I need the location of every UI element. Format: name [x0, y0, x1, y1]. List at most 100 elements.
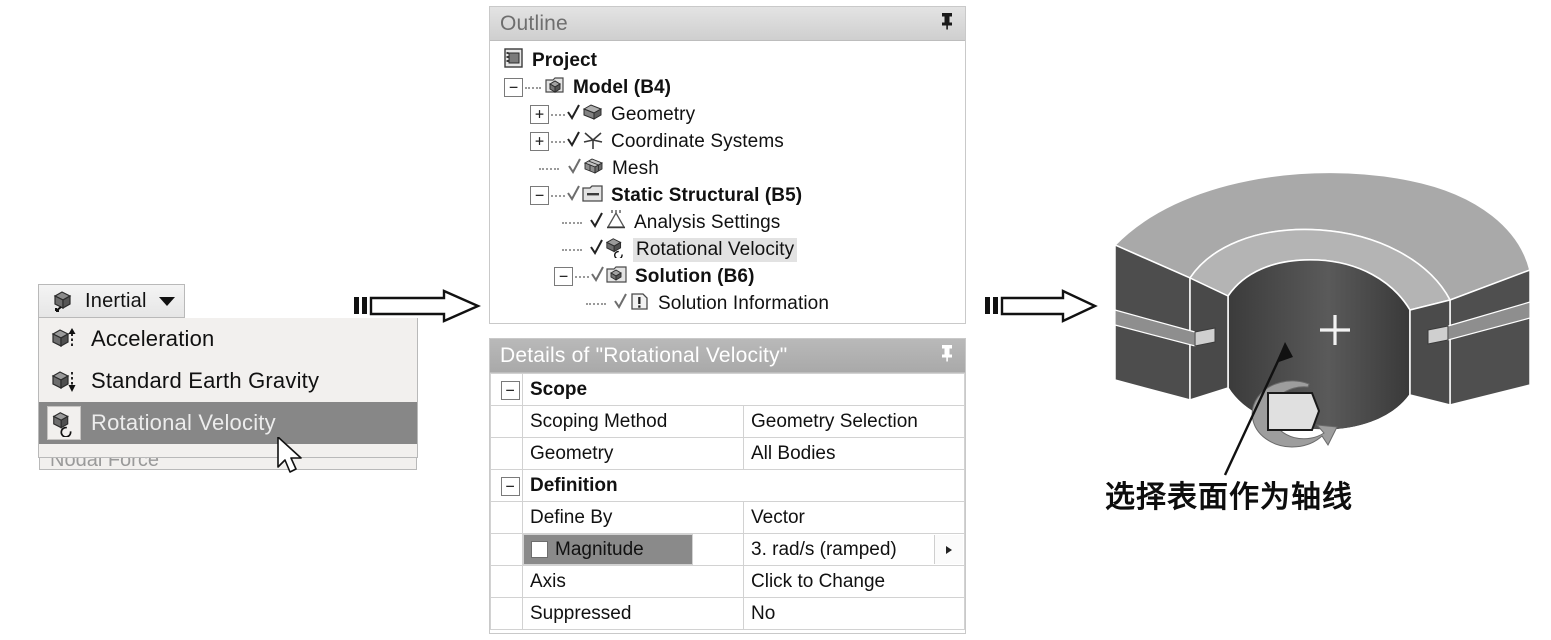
- tree-item-rotational-velocity[interactable]: Rotational Velocity: [500, 236, 965, 263]
- check-mark-icon: [567, 103, 581, 126]
- value-expand-arrow-icon[interactable]: [934, 535, 963, 564]
- check-mark-icon: [614, 292, 628, 315]
- expander-plus-icon[interactable]: +: [530, 132, 549, 151]
- check-mark-icon: [591, 265, 605, 288]
- details-key: Magnitude: [555, 538, 644, 560]
- expander-minus-icon[interactable]: −: [500, 380, 520, 400]
- row-gutter: [490, 501, 523, 534]
- tree-item-coordinate-systems[interactable]: + Coordinate Systems: [500, 128, 965, 155]
- mouse-cursor-icon: [277, 437, 302, 473]
- check-mark-icon: [567, 130, 581, 153]
- menu-item-label: Rotational Velocity: [91, 410, 276, 435]
- details-key: Scoping Method: [522, 405, 744, 438]
- details-key: Suppressed: [522, 597, 744, 630]
- solution-information-icon: [628, 290, 652, 317]
- menu-item-rotational-velocity[interactable]: Rotational Velocity: [39, 402, 417, 444]
- details-panel-title: Details of "Rotational Velocity": [500, 343, 788, 367]
- tree-item-static-structural[interactable]: − Static Structural (B5): [500, 182, 965, 209]
- tree-item-solution-information[interactable]: Solution Information: [500, 290, 965, 317]
- check-mark-icon: [567, 184, 581, 207]
- table-row-scoping-method[interactable]: Scoping Method Geometry Selection: [490, 405, 965, 438]
- expander-minus-icon[interactable]: −: [504, 78, 523, 97]
- outline-panel-title: Outline: [500, 11, 568, 35]
- model-viewport-figure[interactable]: [1080, 150, 1550, 490]
- menu-item-label: Standard Earth Gravity: [91, 368, 320, 393]
- row-gutter: [490, 565, 523, 598]
- project-icon: [502, 46, 526, 75]
- menu-item-partial[interactable]: Nodal Force: [39, 458, 417, 470]
- expander-minus-icon[interactable]: −: [500, 476, 520, 496]
- details-category-label: Definition: [522, 469, 965, 502]
- tree-item-label: Rotational Velocity: [633, 237, 798, 262]
- model-cube-icon: [543, 73, 567, 102]
- rotational-velocity-cube-icon: [604, 236, 628, 263]
- table-row-suppressed[interactable]: Suppressed No: [490, 597, 965, 630]
- details-value[interactable]: Click to Change: [743, 565, 965, 598]
- tree-item-label: Static Structural (B5): [611, 184, 803, 206]
- details-value[interactable]: All Bodies: [743, 437, 965, 470]
- tree-item-project[interactable]: Project: [500, 47, 965, 74]
- mesh-icon: [582, 155, 606, 182]
- acceleration-cube-icon: [47, 322, 81, 356]
- tree-item-label: Model (B4): [573, 76, 672, 98]
- inertial-dropdown-button[interactable]: Inertial: [38, 284, 185, 318]
- check-mark-icon: [590, 238, 604, 261]
- menu-item-standard-earth-gravity[interactable]: Standard Earth Gravity: [39, 360, 417, 402]
- menu-item-partial-label: Nodal Force: [50, 458, 159, 470]
- menu-item-acceleration[interactable]: Acceleration: [39, 318, 417, 360]
- details-key: Geometry: [522, 437, 744, 470]
- details-key: Axis: [522, 565, 744, 598]
- chevron-down-icon[interactable]: [159, 296, 175, 306]
- analysis-settings-icon: [604, 209, 628, 236]
- inertial-cube-icon: [46, 284, 80, 318]
- solution-icon: [605, 263, 629, 290]
- row-gutter: [490, 437, 523, 470]
- geometry-icon: [581, 101, 605, 128]
- table-row-define-by[interactable]: Define By Vector: [490, 501, 965, 534]
- row-gutter: [490, 597, 523, 630]
- pin-icon[interactable]: [939, 344, 955, 367]
- table-row-scope[interactable]: − Scope: [490, 373, 965, 406]
- annotation-label: 选择表面作为轴线: [1105, 480, 1353, 515]
- row-expander-cell[interactable]: −: [490, 469, 523, 502]
- tree-item-label: Project: [532, 49, 598, 71]
- details-value[interactable]: Vector: [743, 501, 965, 534]
- table-row-magnitude[interactable]: Magnitude 3. rad/s (ramped): [490, 533, 965, 566]
- tree-item-label: Mesh: [612, 157, 659, 179]
- table-row-definition[interactable]: − Definition: [490, 469, 965, 502]
- tree-item-label: Coordinate Systems: [611, 130, 784, 152]
- tree-item-solution[interactable]: − Solution (B6): [500, 263, 965, 290]
- menu-item-label: Acceleration: [91, 326, 215, 351]
- expander-plus-icon[interactable]: +: [530, 105, 549, 124]
- row-gutter: [490, 405, 523, 438]
- details-value[interactable]: No: [743, 597, 965, 630]
- expander-minus-icon[interactable]: −: [530, 186, 549, 205]
- details-value: 3. rad/s (ramped): [751, 538, 897, 560]
- details-panel: Details of "Rotational Velocity" − Scope…: [489, 338, 966, 634]
- tree-item-model[interactable]: − Model (B4): [500, 74, 965, 101]
- table-row-axis[interactable]: Axis Click to Change: [490, 565, 965, 598]
- block-arrow-right-icon-1: [354, 289, 481, 323]
- outline-panel-titlebar: Outline: [490, 7, 965, 41]
- outline-tree[interactable]: Project − Model (B4) + Geometry + Coordi…: [490, 41, 965, 317]
- pin-icon[interactable]: [939, 12, 955, 35]
- tree-item-label: Analysis Settings: [634, 211, 781, 233]
- tree-item-mesh[interactable]: Mesh: [500, 155, 965, 182]
- gravity-cube-icon: [47, 364, 81, 398]
- row-gutter: [490, 533, 523, 566]
- details-value-cell-magnitude[interactable]: 3. rad/s (ramped): [743, 533, 965, 566]
- details-table[interactable]: − Scope Scoping Method Geometry Selectio…: [490, 373, 965, 630]
- details-value[interactable]: Geometry Selection: [743, 405, 965, 438]
- row-expander-cell[interactable]: −: [490, 373, 523, 406]
- table-row-geometry[interactable]: Geometry All Bodies: [490, 437, 965, 470]
- tree-item-label: Geometry: [611, 103, 696, 125]
- expander-minus-icon[interactable]: −: [554, 267, 573, 286]
- outline-panel: Outline Project − Model (B4) + Geometry …: [489, 6, 966, 324]
- tree-item-geometry[interactable]: + Geometry: [500, 101, 965, 128]
- details-category-label: Scope: [522, 373, 965, 406]
- static-structural-icon: [581, 182, 605, 209]
- tree-item-analysis-settings[interactable]: Analysis Settings: [500, 209, 965, 236]
- details-key-cell-magnitude[interactable]: Magnitude: [523, 534, 693, 565]
- magnitude-checkbox[interactable]: [531, 541, 548, 558]
- inertial-dropdown-menu[interactable]: Acceleration Standard Earth Gravity Rota…: [38, 318, 418, 458]
